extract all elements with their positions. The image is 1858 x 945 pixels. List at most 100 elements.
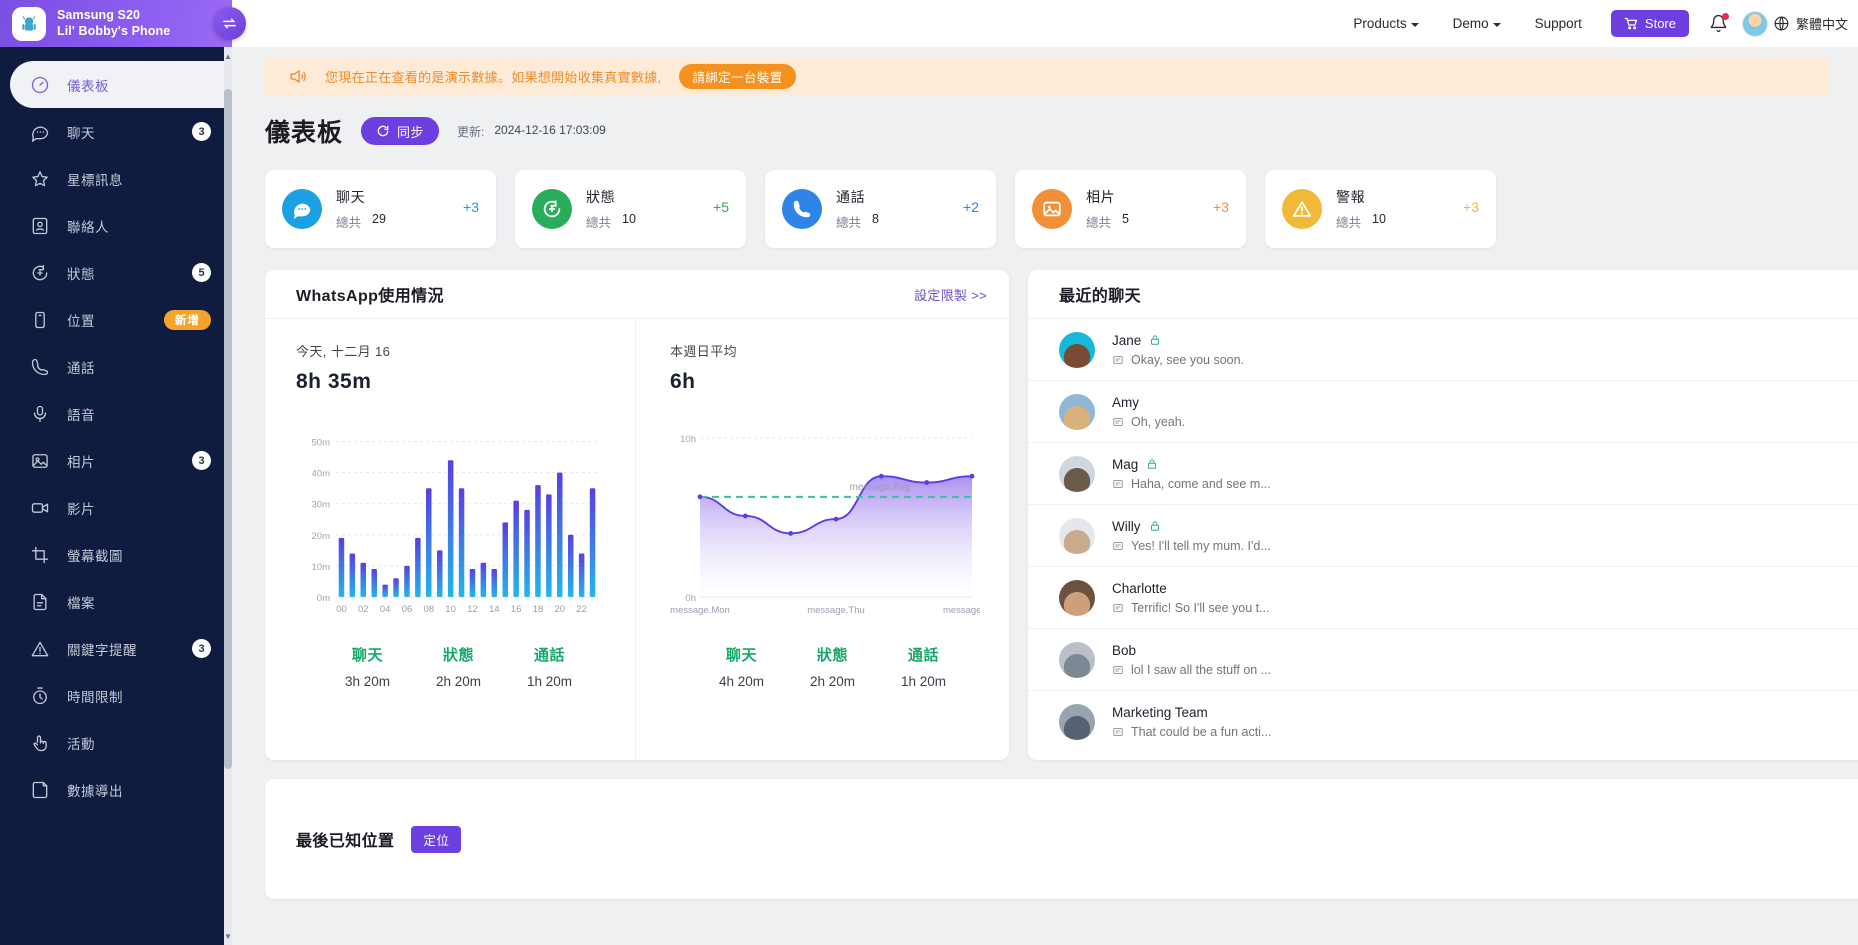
svg-text:00: 00: [336, 604, 347, 615]
stat-card-4[interactable]: 警報 總共 10 +3: [1265, 170, 1496, 248]
svg-text:08: 08: [424, 604, 435, 615]
dashboard-grid: WhatsApp使用情況 設定限製 >> 今天, 十二月 16 8h 35m 0…: [232, 248, 1858, 760]
stat-card-3[interactable]: 相片 總共 5 +3: [1015, 170, 1246, 248]
sidebar-item-label: 語音: [67, 407, 95, 423]
sidebar-item-label: 相片: [67, 454, 95, 470]
legend-value: 2h 20m: [809, 674, 856, 689]
photo-icon: [29, 451, 51, 471]
chat-preview: Oh, yeah.: [1131, 414, 1186, 429]
message-icon: [1113, 603, 1123, 612]
android-robot-icon: [12, 6, 46, 41]
today-value: 8h 35m: [296, 370, 372, 393]
chat-list-item[interactable]: Amy Oh, yeah. 2023-04-19: [1028, 381, 1858, 443]
export-icon: [32, 781, 48, 798]
last-updated: 更新: 2024-12-16 17:03:09: [457, 123, 606, 140]
page-header: 儀表板 同步 更新: 2024-12-16 17:03:09: [232, 95, 1858, 149]
avatar: [1059, 704, 1095, 740]
stat-card-1[interactable]: 狀態 總共 10 +5: [515, 170, 746, 248]
chevron-down-icon: [1410, 22, 1419, 27]
chat-list-item[interactable]: Bob lol I saw all the stuff on ... 2023-…: [1028, 629, 1858, 691]
svg-text:30m: 30m: [312, 500, 331, 511]
week-area-chart: 10h 0h message.Avg message.Mon message.Thu me…: [670, 418, 995, 630]
avatar: [1059, 393, 1095, 430]
photo-icon: [32, 453, 48, 468]
svg-text:message.Mon: message.Mon: [670, 605, 730, 616]
top-navigation: Products Demo Support Store 繁體中文: [232, 0, 1858, 47]
sidebar-item-8[interactable]: 相片 3: [0, 437, 232, 484]
demo-data-banner: 您現在正在查看的是演示數據。如果想開始收集真實數據, 請綁定一台裝置: [264, 57, 1830, 95]
sidebar-item-12[interactable]: 關鍵字提醒 3: [0, 625, 232, 672]
today-bar-chart: 0m 10m 20m 30m 40m 50m 00 02 04 06 08 10 12 14 16 18 20 2…: [296, 418, 621, 630]
stat-text: 通話 總共 8: [836, 187, 879, 231]
device-name: Lil' Bobby's Phone: [57, 23, 171, 38]
stopwatch-icon: [33, 686, 47, 704]
scroll-down-arrow[interactable]: ▼: [224, 929, 232, 943]
stat-card-0[interactable]: 聊天 總共 29 +3: [265, 170, 496, 248]
chat-preview: That could be a fun acti...: [1131, 725, 1272, 739]
stat-card-2[interactable]: 通話 總共 8 +2: [765, 170, 996, 248]
device-model: Samsung S20: [57, 7, 141, 22]
sidebar-item-11[interactable]: 檔案: [0, 578, 232, 625]
stat-text: 聊天 總共 29: [336, 187, 386, 231]
sidebar-scrollbar[interactable]: ▲ ▼: [224, 47, 232, 945]
notifications-button[interactable]: [1701, 4, 1737, 44]
sidebar-item-2[interactable]: 星標訊息: [0, 155, 232, 202]
sidebar-item-4[interactable]: 狀態 5: [0, 249, 232, 296]
nav-support[interactable]: Support: [1518, 16, 1599, 31]
hand-tap-icon: [29, 733, 51, 753]
legend-value: 1h 20m: [527, 674, 573, 689]
sidebar-item-9[interactable]: 影片: [0, 484, 232, 531]
sidebar-item-13[interactable]: 時間限制: [0, 672, 232, 719]
scroll-up-arrow[interactable]: ▲: [224, 49, 232, 63]
store-button-label: Store: [1644, 16, 1676, 31]
globe-icon: [1774, 16, 1789, 31]
chat-list-item[interactable]: Jane Okay, see you soon. 2023-04-19: [1028, 319, 1858, 381]
dashboard-gauge-icon: [29, 75, 51, 95]
device-switch-icon[interactable]: [213, 7, 246, 40]
message-icon: [1113, 665, 1123, 674]
language-selector[interactable]: 繁體中文: [1773, 14, 1850, 33]
sidebar-item-7[interactable]: 語音: [0, 390, 232, 437]
stat-total-value: 8: [872, 212, 879, 226]
chat-list-item[interactable]: Mag Haha, come and see m... 2023-04-19: [1028, 443, 1858, 505]
top-bar: Samsung S20 Lil' Bobby's Phone Products …: [0, 0, 1858, 47]
updated-value: 2024-12-16 17:03:09: [494, 122, 606, 137]
device-brand-block[interactable]: Samsung S20 Lil' Bobby's Phone: [0, 0, 246, 47]
store-button[interactable]: Store: [1610, 10, 1689, 37]
bind-device-button[interactable]: 請綁定一台裝置: [679, 63, 796, 89]
sidebar-item-0[interactable]: 儀表板: [10, 61, 232, 108]
warning-triangle-icon: [1282, 189, 1322, 229]
sync-button[interactable]: 同步: [361, 117, 440, 145]
sidebar-item-6[interactable]: 通話: [0, 343, 232, 390]
stat-name: 聊天: [336, 189, 366, 205]
sidebar-item-3[interactable]: 聯絡人: [0, 202, 232, 249]
svg-text:0h: 0h: [685, 593, 696, 604]
chat-preview-row: Oh, yeah.: [1112, 415, 1858, 429]
chat-preview: Haha, come and see m...: [1131, 476, 1271, 491]
chat-name-row: Mag: [1112, 457, 1858, 472]
chat-preview-row: Haha, come and see m...: [1112, 477, 1858, 491]
location-badge: 定位: [411, 825, 462, 853]
legend-name: 狀態: [442, 647, 475, 664]
set-limit-link[interactable]: 設定限製 >>: [914, 285, 987, 304]
file-icon: [33, 593, 47, 610]
stat-name: 相片: [1086, 189, 1116, 205]
stat-delta: +3: [463, 199, 479, 215]
sidebar-item-1[interactable]: 聊天 3: [0, 108, 232, 155]
message-icon: [1113, 355, 1123, 364]
profile-button[interactable]: [1737, 4, 1773, 44]
nav-demo[interactable]: Demo: [1436, 16, 1518, 31]
chat-preview-row: Okay, see you soon.: [1112, 353, 1858, 367]
star-icon: [29, 169, 51, 189]
svg-text:10: 10: [445, 604, 456, 615]
sidebar-item-10[interactable]: 螢幕截圖: [0, 531, 232, 578]
sidebar-item-5[interactable]: 位置 新增: [0, 296, 232, 343]
chat-list-item[interactable]: Marketing Team That could be a fun acti.…: [1028, 691, 1858, 753]
chat-list-item[interactable]: Willy Yes! I'll tell my mum. I'd... 2023…: [1028, 505, 1858, 567]
chat-info: Bob lol I saw all the stuff on ...: [1112, 643, 1858, 677]
sidebar-item-15[interactable]: 數據導出: [0, 766, 232, 813]
scrollbar-thumb[interactable]: [224, 89, 232, 769]
nav-products[interactable]: Products: [1336, 16, 1435, 31]
sidebar-item-14[interactable]: 活動: [0, 719, 232, 766]
chat-list-item[interactable]: Charlotte Terrific! So I'll see you t...…: [1028, 567, 1858, 629]
